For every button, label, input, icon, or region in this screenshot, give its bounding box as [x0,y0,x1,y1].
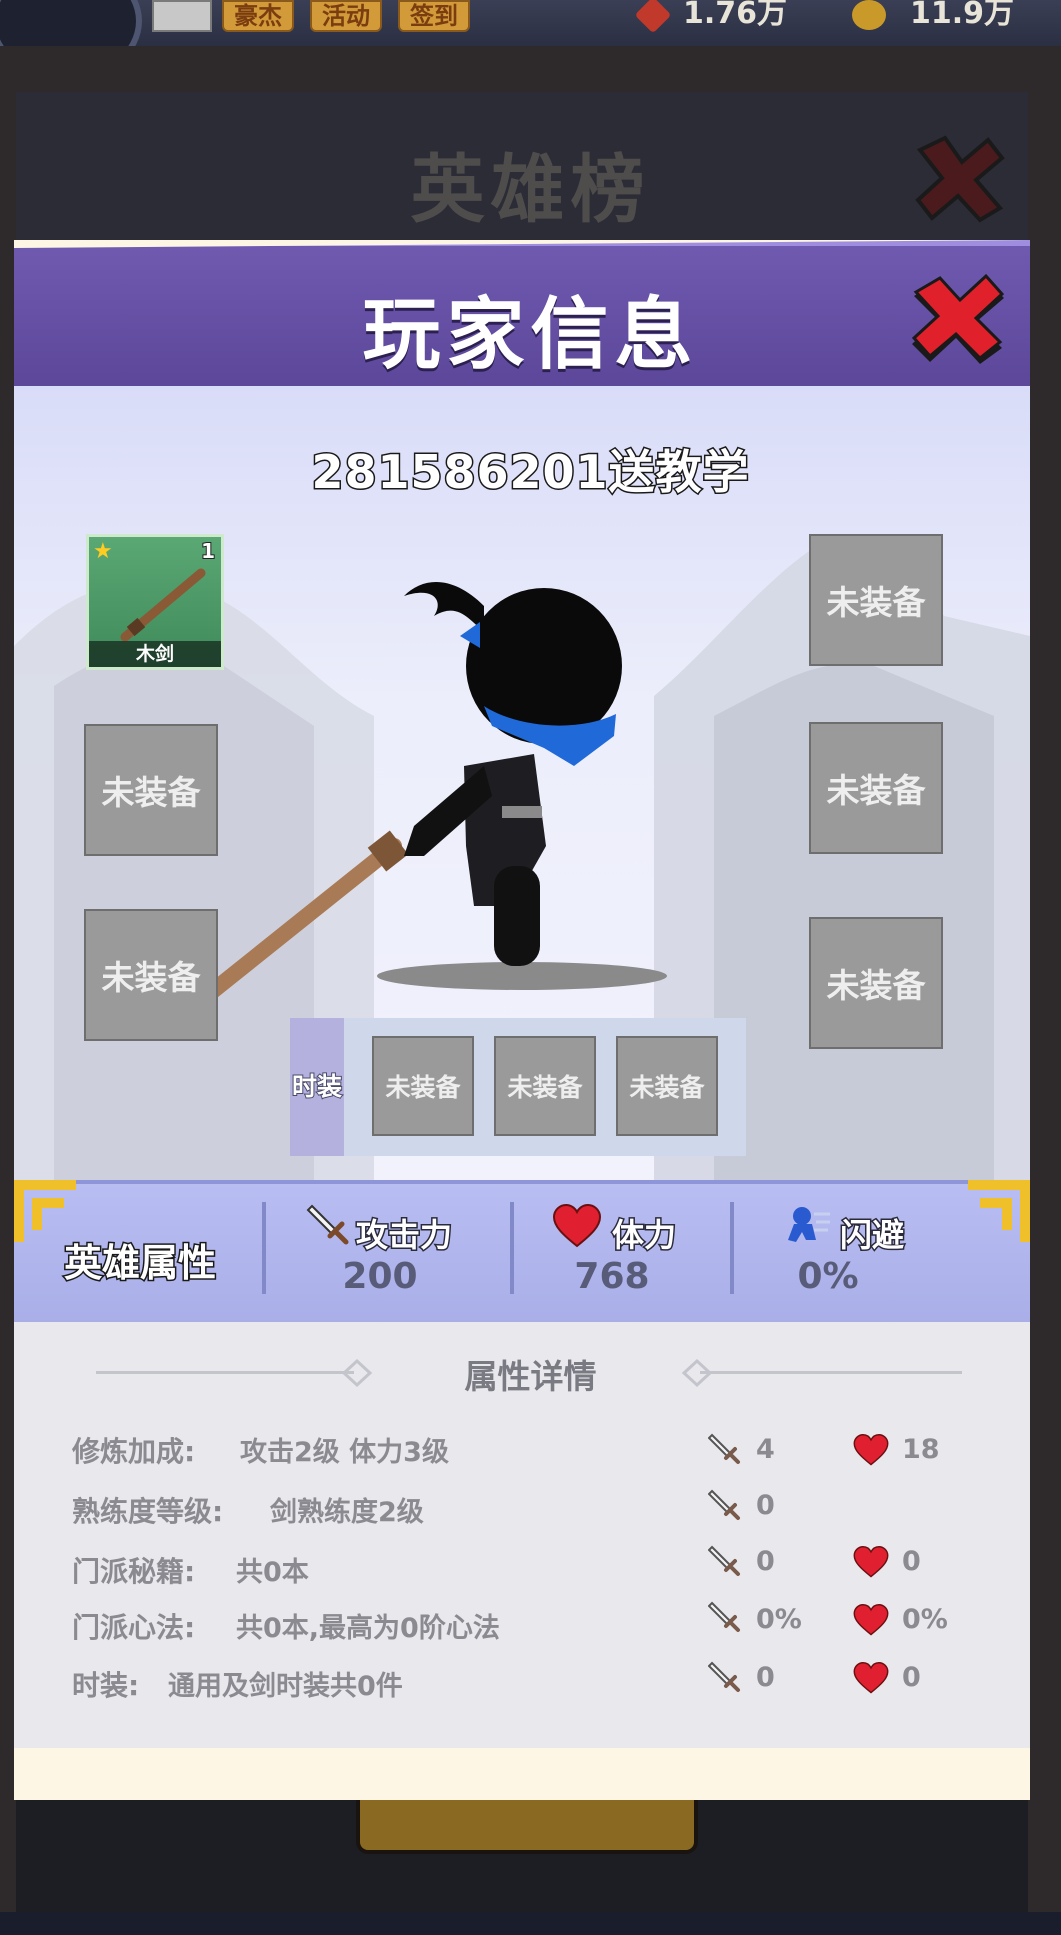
bottom-nav-strip [0,1912,1061,1935]
costume-slot-3[interactable]: 未装备 [616,1036,718,1136]
sword-icon [306,1204,349,1245]
sword-icon [708,1433,740,1464]
heart-icon [853,1604,889,1636]
detail-row-hp: 0 [902,1546,921,1577]
dodge-value: 0% [797,1256,859,1297]
modal-title: 玩家信息 [362,290,699,380]
attr-divider [262,1202,266,1294]
detail-row-text: 剑熟练度2级 [270,1497,424,1528]
detail-row-atk: 0 [756,1662,775,1693]
costume-slot-1[interactable]: 未装备 [372,1036,474,1136]
detail-row-hp: 0% [902,1604,948,1635]
dodge-icon [788,1207,830,1242]
costume-label: 时装 [290,1018,344,1156]
heart-icon [552,1204,602,1248]
detail-row-atk: 0% [756,1604,802,1635]
detail-row-atk: 0 [756,1546,775,1577]
weapon-slot[interactable]: ★ 1 木剑 [86,534,224,670]
heart-icon [853,1434,889,1466]
player-name: 281586201送教学 [310,444,750,501]
detail-row-text: 攻击2级 体力3级 [240,1437,449,1468]
equip-slot-left-3[interactable]: 未装备 [84,909,218,1041]
detail-row-label: 门派秘籍: [72,1555,196,1588]
close-icon[interactable] [906,274,1010,366]
diamond-icon [634,0,672,34]
weapon-level: 1 [200,538,216,564]
equip-slot-right-2[interactable]: 未装备 [809,722,943,854]
leaderboard-close-icon[interactable] [910,130,1010,225]
star-icon: ★ [93,539,113,564]
attack-value: 200 [342,1256,418,1297]
detail-row-atk: 4 [756,1434,775,1465]
equip-slot-right-1[interactable]: 未装备 [809,534,943,666]
heart-icon [853,1662,889,1694]
detail-row-label: 熟练度等级: [72,1495,224,1528]
equip-slot-left-2[interactable]: 未装备 [84,724,218,856]
attr-divider [510,1202,514,1294]
dodge-label: 闪避 [838,1215,905,1256]
attack-label: 攻击力 [354,1215,453,1256]
detail-row-label: 时装: [72,1669,140,1702]
hero-attributes-title: 英雄属性 [62,1240,217,1287]
hp-label: 体力 [610,1215,677,1256]
sword-icon [708,1601,740,1632]
weapon-name: 木剑 [89,641,221,667]
detail-row-text: 共0本,最高为0阶心法 [236,1613,500,1644]
costume-slot-2[interactable]: 未装备 [494,1036,596,1136]
leaderboard-title: 英雄榜 [410,147,651,233]
tab-hero[interactable]: 豪杰 [222,0,294,32]
hp-value: 768 [574,1256,650,1297]
tab-event[interactable]: 活动 [310,0,382,32]
detail-row-hp: 18 [902,1434,940,1465]
corner-ornament-right [968,1180,1030,1242]
detail-row-text: 通用及剑时装共0件 [168,1671,403,1702]
sword-icon [708,1545,740,1576]
detail-row-label: 修炼加成: [72,1435,196,1468]
coin-icon [852,0,886,30]
heart-icon [853,1546,889,1578]
game-top-bar: 豪杰 活动 签到 1.76万 11.9万 [0,0,1061,82]
mail-icon[interactable] [152,0,212,32]
sword-icon [708,1661,740,1692]
detail-row-atk: 0 [756,1490,775,1521]
resource-1: 1.76万 [683,0,788,31]
tab-checkin[interactable]: 签到 [398,0,470,32]
detail-row-label: 门派心法: [72,1611,196,1644]
details-title: 属性详情 [464,1357,597,1396]
detail-row-hp: 0 [902,1662,921,1693]
resource-2: 11.9万 [910,0,1015,31]
detail-row-text: 共0本 [236,1557,309,1588]
attr-divider [730,1202,734,1294]
sword-icon [708,1489,740,1520]
equip-slot-right-3[interactable]: 未装备 [809,917,943,1049]
